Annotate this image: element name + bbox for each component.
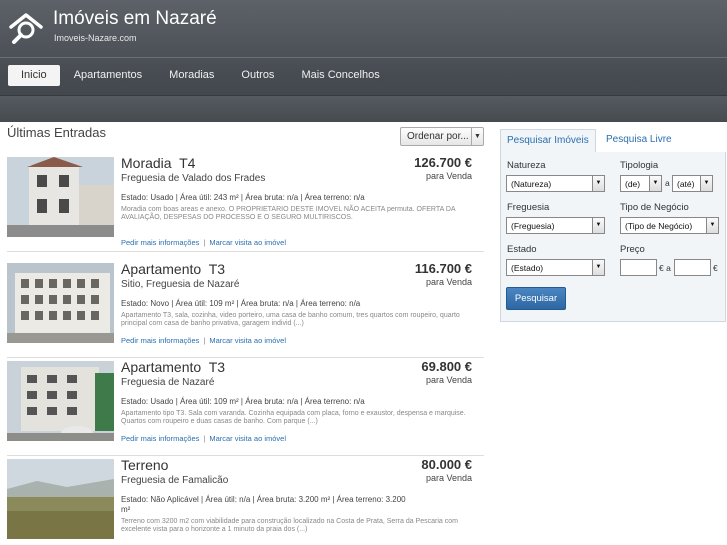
listing-title[interactable]: Apartamento T3 (121, 261, 225, 277)
freguesia-value: (Freguesia) (511, 221, 555, 231)
listing-specs: Estado: Novo | Área útil: 109 m² | Área … (121, 299, 361, 308)
schedule-visit-link[interactable]: Marcar visita ao imóvel (209, 336, 286, 345)
separator: | (203, 434, 206, 443)
negocio-select[interactable]: (Tipo de Negócio) ▼ (620, 217, 719, 234)
preco-label: Preço (620, 244, 645, 255)
main-nav: Inicio Apartamentos Moradias Outros Mais… (8, 65, 394, 86)
tipologia-from-value: (de) (625, 179, 641, 189)
tipologia-to-select[interactable]: (até) ▼ (672, 175, 713, 192)
listing-deal: para Venda (425, 473, 472, 483)
nav-item-inicio[interactable]: Inicio (8, 65, 60, 86)
divider (7, 455, 484, 456)
divider (0, 57, 727, 58)
search-tabs: Pesquisar Imóveis Pesquisa Livre (500, 129, 726, 153)
listing-specs: Estado: Não Aplicável | Área útil: n/a |… (121, 495, 406, 514)
tipologia-from-select[interactable]: (de) ▼ (620, 175, 662, 192)
nav-item-outros[interactable]: Outros (228, 65, 287, 86)
order-label: Ordenar por... (407, 131, 469, 142)
natureza-select[interactable]: (Natureza) ▼ (506, 175, 605, 192)
chevron-down-icon: ▼ (649, 176, 661, 191)
preco-unit-to: € (713, 263, 718, 273)
site-title[interactable]: Imóveis em Nazaré (53, 8, 217, 30)
listing-title[interactable]: Terreno (121, 457, 168, 473)
preco-max-input[interactable] (674, 259, 711, 276)
listing-links: Pedir mais informações | Marcar visita ao … (121, 238, 286, 247)
separator: | (203, 238, 206, 247)
separator: | (203, 336, 206, 345)
listing-specs: Estado: Usado | Área útil: 243 m² | Área… (121, 193, 365, 202)
nav-item-mais-concelhos[interactable]: Mais Concelhos (288, 65, 392, 86)
listing-location: Freguesia de Famalicão (121, 475, 229, 486)
listing-location: Freguesia de Nazaré (121, 377, 215, 388)
listing-item: Apartamento T3 Freguesia de Nazaré 69.80… (7, 359, 484, 456)
listing-photo[interactable] (7, 157, 114, 237)
listing-location: Sitio, Freguesia de Nazaré (121, 279, 240, 290)
listing-price: 80.000 € (421, 457, 472, 472)
listing-deal: para Venda (425, 171, 472, 181)
request-info-link[interactable]: Pedir mais informações (121, 238, 199, 247)
preco-min-input[interactable] (620, 259, 657, 276)
listing-price: 116.700 € (414, 261, 472, 276)
secondary-bar (0, 95, 727, 122)
site-header: Imóveis em Nazaré Imoveis-Nazare.com Ini… (0, 0, 727, 122)
listing-title[interactable]: Moradia T4 (121, 155, 195, 171)
chevron-down-icon: ▼ (706, 218, 718, 233)
preco-unit-from: € a (659, 263, 671, 273)
listing-item: Apartamento T3 Sitio, Freguesia de Nazar… (7, 261, 484, 358)
listing-photo[interactable] (7, 459, 114, 539)
tab-pesquisar-imoveis[interactable]: Pesquisar Imóveis (500, 129, 596, 153)
freguesia-label: Freguesia (507, 202, 550, 213)
request-info-link[interactable]: Pedir mais informações (121, 434, 199, 443)
listing-links: Pedir mais informações | Marcar visita ao … (121, 434, 286, 443)
chevron-down-icon: ▼ (471, 128, 483, 145)
chevron-down-icon: ▼ (592, 176, 604, 191)
tab-pesquisa-livre[interactable]: Pesquisa Livre (600, 129, 678, 153)
listing-specs: Estado: Usado | Área útil: 109 m² | Área… (121, 397, 365, 406)
negocio-label: Tipo de Negócio (620, 202, 689, 213)
listing-deal: para Venda (425, 277, 472, 287)
listing-location: Freguesia de Valado dos Frades (121, 173, 266, 184)
search-button[interactable]: Pesquisar (506, 287, 566, 310)
listing-title[interactable]: Apartamento T3 (121, 359, 225, 375)
natureza-label: Natureza (507, 160, 546, 171)
chevron-down-icon: ▼ (700, 176, 712, 191)
section-title: Últimas Entradas (7, 125, 106, 140)
listing-item: Moradia T4 Freguesia de Valado dos Frade… (7, 155, 484, 252)
listing-description: Apartamento T3, sala, cozinha, video por… (121, 312, 460, 327)
tipologia-separator: a (665, 178, 670, 188)
listing-links: Pedir mais informações | Marcar visita ao … (121, 336, 286, 345)
nav-item-apartamentos[interactable]: Apartamentos (61, 65, 155, 86)
request-info-link[interactable]: Pedir mais informações (121, 336, 199, 345)
listing-price: 69.800 € (421, 359, 472, 374)
nav-item-moradias[interactable]: Moradias (156, 65, 227, 86)
listing-photo[interactable] (7, 361, 114, 441)
listing-price: 126.700 € (414, 155, 472, 170)
tipologia-to-value: (até) (677, 179, 695, 189)
listing-deal: para Venda (425, 375, 472, 385)
listing-description: Apartamento tipo T3. Sala com varanda. C… (121, 410, 466, 425)
chevron-down-icon: ▼ (592, 260, 604, 275)
freguesia-select[interactable]: (Freguesia) ▼ (506, 217, 605, 234)
schedule-visit-link[interactable]: Marcar visita ao imóvel (209, 434, 286, 443)
schedule-visit-link[interactable]: Marcar visita ao imóvel (209, 238, 286, 247)
estado-select[interactable]: (Estado) ▼ (506, 259, 605, 276)
tipologia-label: Tipologia (620, 160, 659, 171)
house-search-icon[interactable] (8, 10, 44, 46)
listing-description: Terreno com 3200 m2 com viabilidade para… (121, 518, 458, 533)
chevron-down-icon: ▼ (592, 218, 604, 233)
listing-photo[interactable] (7, 263, 114, 343)
divider (7, 251, 484, 252)
estado-value: (Estado) (511, 263, 544, 273)
estado-label: Estado (507, 244, 537, 255)
order-dropdown[interactable]: Ordenar por... ▼ (400, 127, 484, 146)
negocio-value: (Tipo de Negócio) (625, 221, 693, 231)
site-subtitle: Imoveis-Nazare.com (54, 33, 137, 43)
listing-description: Moradia com boas areas e anexo. O PROPRI… (121, 206, 456, 221)
divider (7, 357, 484, 358)
natureza-value: (Natureza) (511, 179, 552, 189)
listing-item: Terreno Freguesia de Famalicão 80.000 € … (7, 457, 484, 545)
